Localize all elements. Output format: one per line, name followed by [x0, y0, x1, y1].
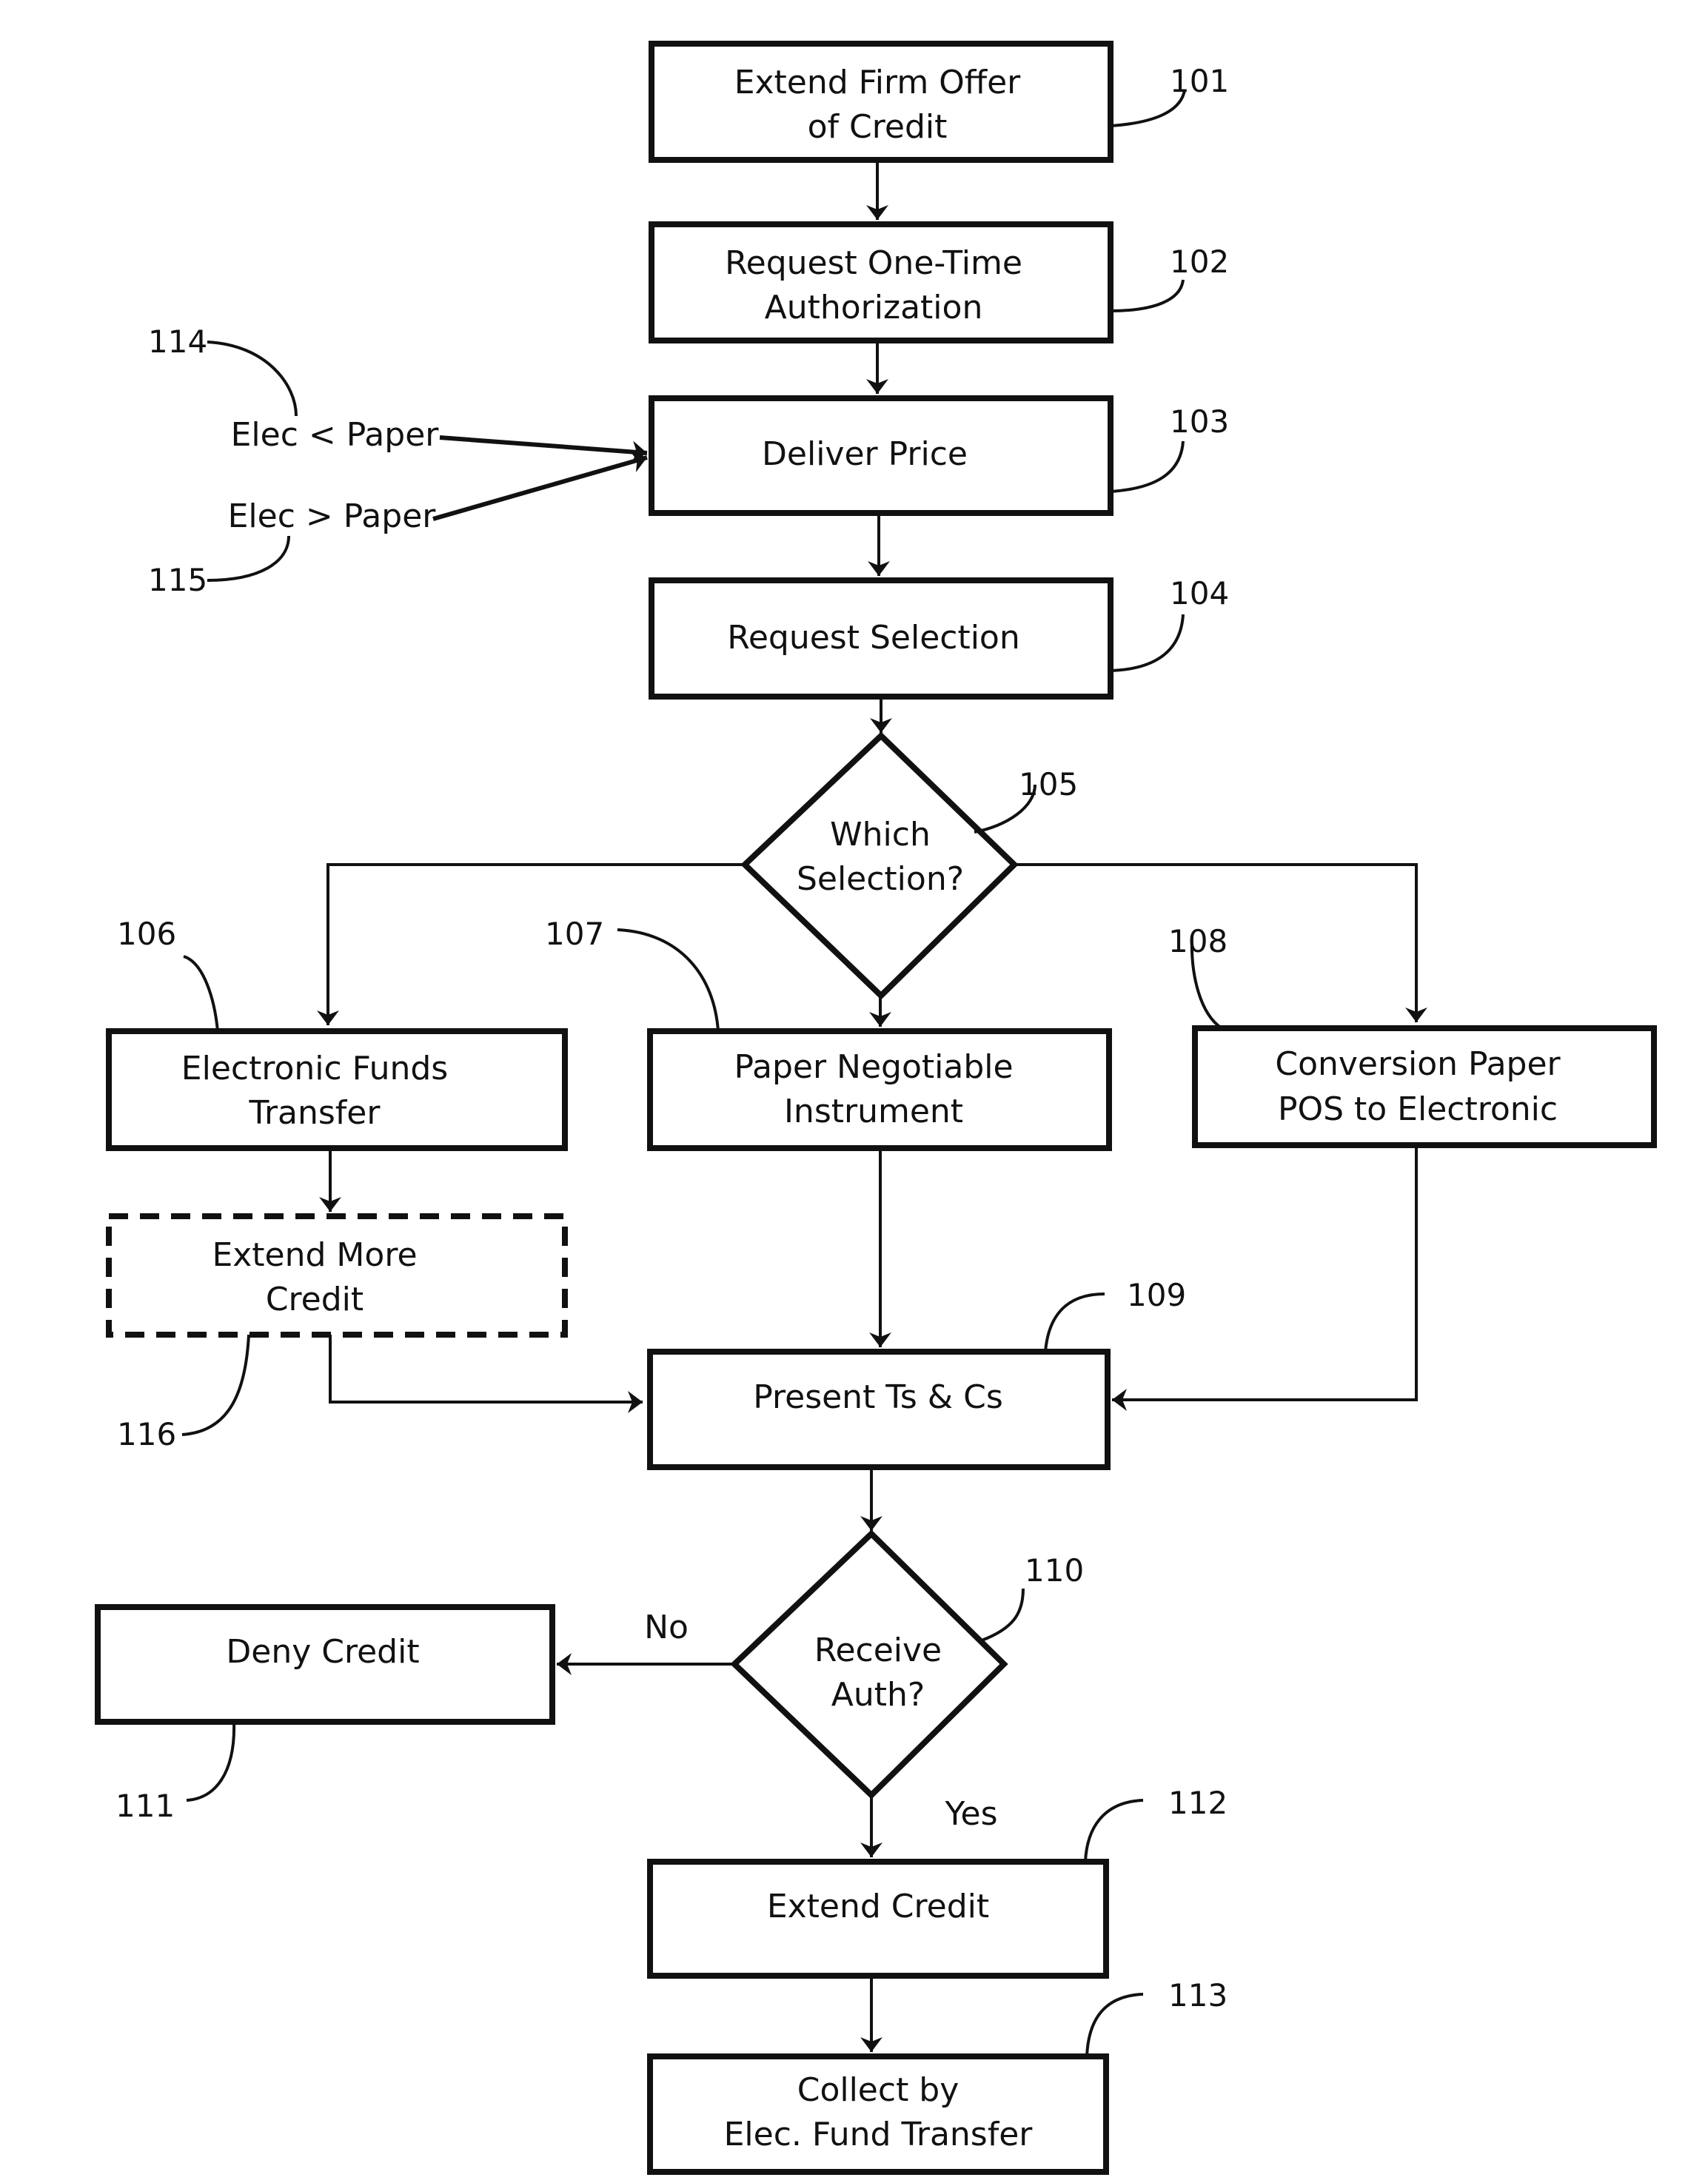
- node-label: Credit: [266, 1281, 364, 1318]
- node-109: Present Ts & Cs: [647, 1349, 1111, 1470]
- ref-106: 106: [117, 916, 176, 952]
- leader-104: [1110, 614, 1185, 672]
- node-110: Receive Auth?: [730, 1529, 1008, 1800]
- node-label: Extend More: [212, 1236, 417, 1274]
- leader-115: [207, 535, 290, 582]
- leader-112: [1084, 1799, 1144, 1862]
- leader-110: [981, 1588, 1025, 1642]
- ref-101: 101: [1170, 63, 1229, 99]
- leader-111: [186, 1721, 236, 1802]
- leader-114: [207, 341, 298, 417]
- node-111: Deny Credit: [95, 1604, 555, 1725]
- edge-116-109: [329, 1335, 643, 1413]
- leader-103: [1110, 440, 1185, 493]
- input-label-115: Elec > Paper: [228, 497, 437, 535]
- node-label: Selection?: [797, 860, 964, 898]
- node-label: Elec. Fund Transfer: [724, 2116, 1034, 2153]
- ref-111: 111: [115, 1788, 175, 1824]
- ref-104: 104: [1170, 575, 1229, 611]
- node-label: Paper Negotiable: [734, 1048, 1013, 1086]
- node-label: Extend Firm Offer: [734, 64, 1021, 101]
- node-107: Paper Negotiable Instrument: [647, 1028, 1112, 1151]
- node-102: Request One-Time Authorization: [649, 221, 1113, 343]
- edge-105-106: [317, 863, 745, 1025]
- node-104: Request Selection: [649, 577, 1113, 700]
- leader-106: [183, 955, 219, 1032]
- node-105: Which Selection?: [740, 731, 1019, 1000]
- ref-112: 112: [1168, 1785, 1228, 1821]
- ref-105: 105: [1019, 766, 1078, 802]
- node-106: Electronic Funds Transfer: [106, 1028, 568, 1151]
- ref-114: 114: [148, 323, 207, 360]
- ref-109: 109: [1127, 1277, 1186, 1313]
- edge-115-103: [432, 451, 648, 521]
- ref-108: 108: [1168, 923, 1228, 959]
- node-label: of Credit: [808, 108, 948, 146]
- leader-113: [1085, 1993, 1144, 2057]
- node-label: Which: [830, 816, 931, 854]
- edge-114-103: [439, 435, 648, 463]
- ref-107: 107: [545, 916, 604, 952]
- node-label: Deny Credit: [226, 1633, 419, 1671]
- node-116: Extend More Credit: [106, 1213, 568, 1338]
- node-label: Collect by: [797, 2071, 960, 2109]
- leader-109: [1044, 1292, 1105, 1352]
- node-label: Present Ts & Cs: [753, 1378, 1003, 1416]
- node-label: Request Selection: [727, 619, 1019, 657]
- node-108: Conversion Paper POS to Electronic: [1192, 1025, 1657, 1148]
- node-label: Authorization: [765, 289, 983, 326]
- leader-116: [181, 1334, 250, 1436]
- edge-108-109: [1112, 1145, 1418, 1411]
- node-label: Electronic Funds: [181, 1050, 448, 1087]
- input-label-114: Elec < Paper: [231, 416, 440, 454]
- ref-103: 103: [1170, 403, 1229, 440]
- node-label: Instrument: [784, 1093, 963, 1130]
- ref-115: 115: [148, 562, 207, 598]
- node-112: Extend Credit: [647, 1859, 1109, 1979]
- flowchart: Extend Firm Offer of Credit Request One-…: [95, 41, 1657, 2175]
- leader-107: [617, 928, 720, 1032]
- node-113: Collect by Elec. Fund Transfer: [647, 2053, 1109, 2175]
- node-label: Extend Credit: [767, 1888, 989, 1925]
- node-label: Receive: [814, 1632, 942, 1669]
- edge-label-no: No: [644, 1609, 689, 1646]
- node-label: Auth?: [831, 1676, 925, 1714]
- node-label: Transfer: [249, 1094, 381, 1132]
- ref-116: 116: [117, 1416, 176, 1452]
- node-label: POS to Electronic: [1278, 1090, 1558, 1128]
- node-label: Conversion Paper: [1275, 1045, 1561, 1083]
- node-label: Deliver Price: [762, 435, 968, 473]
- ref-110: 110: [1025, 1552, 1084, 1589]
- node-label: Request One-Time: [725, 244, 1022, 282]
- node-103: Deliver Price: [649, 395, 1113, 516]
- ref-113: 113: [1168, 1977, 1228, 2013]
- node-101: Extend Firm Offer of Credit: [649, 41, 1113, 163]
- edge-label-yes: Yes: [944, 1795, 997, 1833]
- ref-102: 102: [1170, 244, 1229, 280]
- leader-102: [1110, 279, 1185, 312]
